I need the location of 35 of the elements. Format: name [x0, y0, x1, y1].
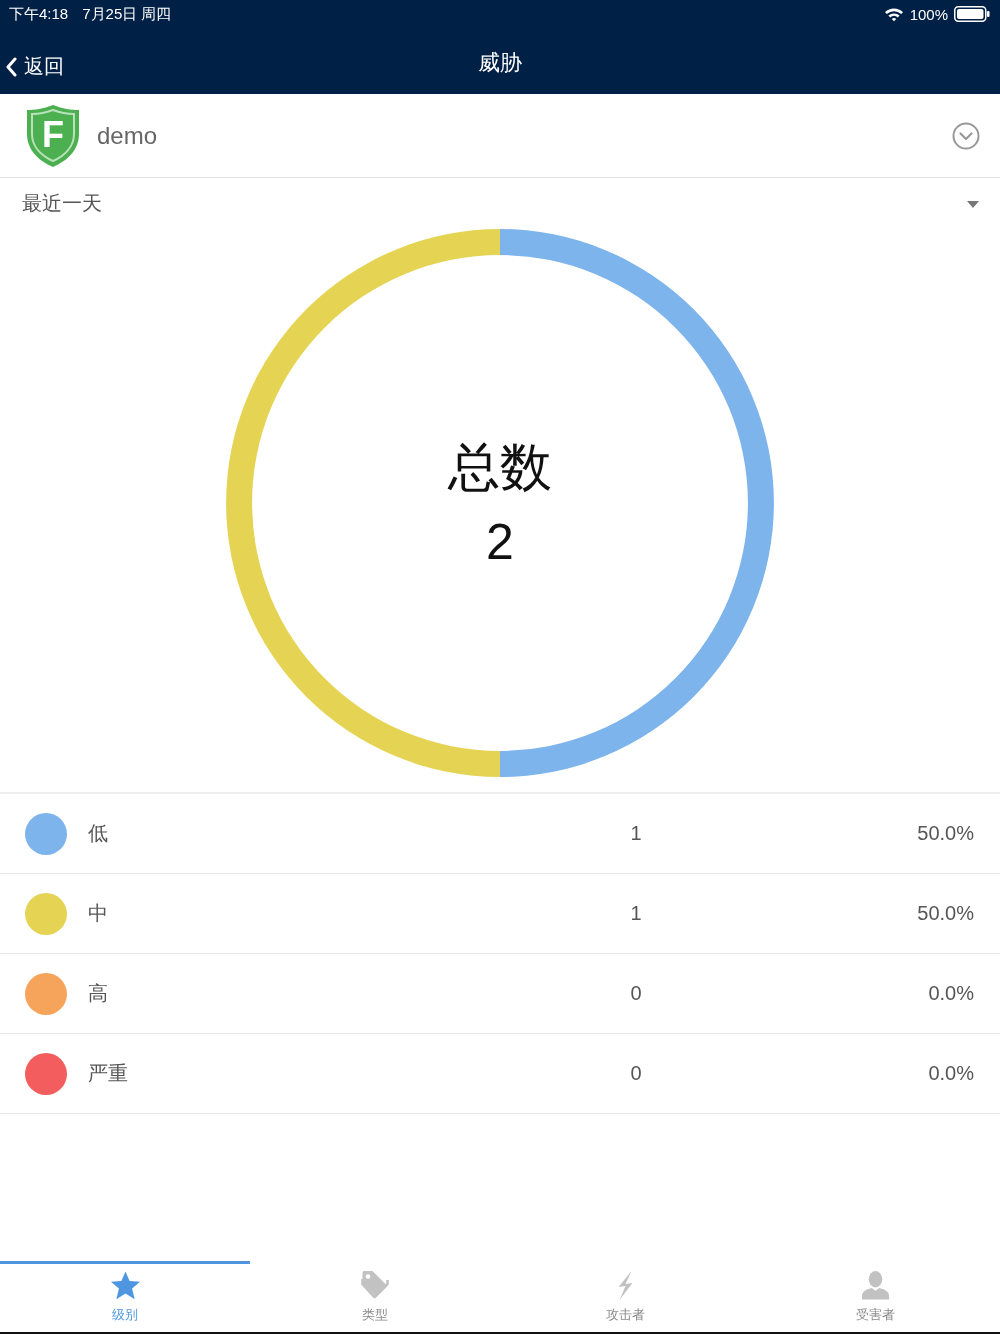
account-row[interactable]: F demo: [0, 94, 1000, 178]
count-value: 0: [630, 1062, 642, 1085]
count-value: 1: [630, 822, 642, 845]
time-range-dropdown[interactable]: 最近一天: [0, 178, 1000, 223]
severity-label: 中: [88, 901, 108, 926]
percent-value: 50.0%: [917, 822, 974, 845]
battery-icon: [954, 6, 990, 22]
back-chevron-icon: [5, 56, 17, 77]
total-count: 2: [486, 515, 514, 571]
status-time: 下午4:18: [9, 4, 69, 24]
severity-label: 严重: [88, 1061, 128, 1086]
legend-row[interactable]: 高 0 0.0%: [0, 954, 1000, 1034]
severity-label: 低: [88, 821, 108, 846]
severity-label: 高: [88, 981, 108, 1006]
legend-row[interactable]: 中 1 50.0%: [0, 874, 1000, 954]
percent-value: 0.0%: [928, 982, 974, 1005]
legend-row[interactable]: 低 1 50.0%: [0, 794, 1000, 874]
back-button[interactable]: 返回: [5, 53, 64, 80]
percent-value: 0.0%: [928, 1062, 974, 1085]
star-icon: [109, 1270, 141, 1301]
chart-title: 总数: [448, 437, 552, 498]
caret-down-icon: [967, 201, 979, 208]
percent-value: 50.0%: [917, 902, 974, 925]
tag-icon: [359, 1270, 391, 1301]
shield-logo: F: [25, 103, 81, 168]
account-name: demo: [97, 121, 158, 150]
count-value: 1: [630, 902, 642, 925]
status-date: 7月25日 周四: [82, 4, 172, 24]
person-icon: [859, 1270, 891, 1301]
battery-percent: 100%: [909, 5, 948, 23]
wifi-icon: [883, 6, 904, 22]
nav-title: 威胁: [478, 49, 522, 77]
legend-row[interactable]: 严重 0 0.0%: [0, 1034, 1000, 1114]
chevron-down-circle-icon[interactable]: [952, 121, 980, 150]
count-value: 0: [630, 982, 642, 1005]
